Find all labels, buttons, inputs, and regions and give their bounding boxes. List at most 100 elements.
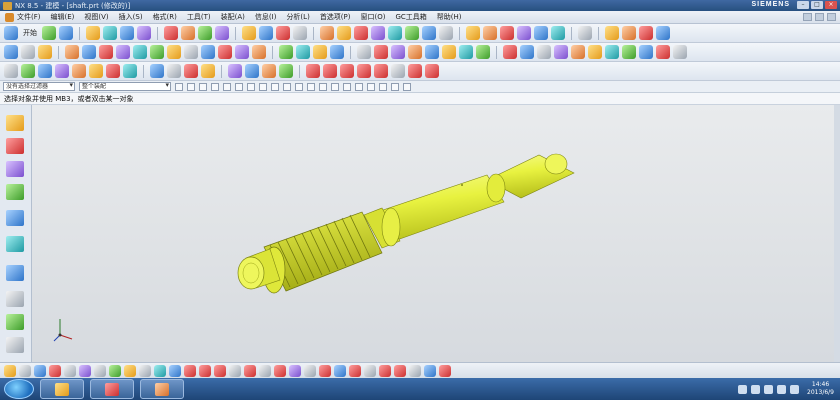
shaded-icon[interactable] bbox=[374, 45, 388, 59]
process-studio-icon[interactable] bbox=[6, 291, 24, 307]
wcs-icon[interactable] bbox=[94, 364, 106, 377]
tray-network-icon[interactable] bbox=[751, 384, 761, 394]
box-icon[interactable] bbox=[466, 26, 480, 40]
front-view-icon[interactable] bbox=[554, 45, 568, 59]
start-button-label[interactable]: 开始 bbox=[23, 28, 37, 38]
sew-icon[interactable] bbox=[218, 45, 232, 59]
spline-icon[interactable] bbox=[215, 26, 229, 40]
arc-bottom-icon[interactable] bbox=[199, 364, 211, 377]
gc-shaft-icon[interactable] bbox=[639, 26, 653, 40]
new-icon[interactable] bbox=[4, 45, 18, 59]
viewport-scrollbar[interactable] bbox=[834, 105, 840, 362]
revolve-icon[interactable] bbox=[120, 26, 134, 40]
rectangle-icon[interactable] bbox=[184, 364, 196, 377]
offset-surface-icon[interactable] bbox=[123, 64, 137, 78]
taskbar-clock[interactable]: 14:46 2013/6/9 bbox=[807, 381, 834, 397]
doc-minimize-button[interactable] bbox=[803, 13, 812, 21]
trim-corner-icon[interactable] bbox=[323, 64, 337, 78]
top-view-icon[interactable] bbox=[537, 45, 551, 59]
constraint-navigator-icon[interactable] bbox=[6, 138, 24, 154]
curve-select-icon[interactable] bbox=[271, 82, 279, 91]
datum-axis-icon[interactable] bbox=[259, 26, 273, 40]
windows-start-icon[interactable] bbox=[4, 379, 34, 399]
midpoint-snap-icon[interactable] bbox=[307, 82, 315, 91]
edit-object-display-icon[interactable] bbox=[673, 45, 687, 59]
groove-icon[interactable] bbox=[439, 26, 453, 40]
wireframe-icon[interactable] bbox=[391, 45, 405, 59]
layer-settings-icon[interactable] bbox=[639, 45, 653, 59]
replace-face-icon[interactable] bbox=[252, 45, 266, 59]
chamfer-icon[interactable] bbox=[82, 45, 96, 59]
boss-icon[interactable] bbox=[388, 26, 402, 40]
right-view-icon[interactable] bbox=[571, 45, 585, 59]
intersection-snap-icon[interactable] bbox=[331, 82, 339, 91]
fillet-curve-icon[interactable] bbox=[357, 64, 371, 78]
gc-bearing-icon[interactable] bbox=[656, 26, 670, 40]
conic-icon[interactable] bbox=[319, 364, 331, 377]
bounded-plane-icon[interactable] bbox=[89, 64, 103, 78]
bounded-grid-snap-icon[interactable] bbox=[403, 82, 411, 91]
draft-icon[interactable] bbox=[99, 45, 113, 59]
menu-gc-toolkit[interactable]: GC工具箱 bbox=[395, 12, 426, 22]
through-mesh-icon[interactable] bbox=[21, 64, 35, 78]
make-corner-icon[interactable] bbox=[409, 364, 421, 377]
back-view-icon[interactable] bbox=[622, 45, 636, 59]
dimension-icon[interactable] bbox=[424, 364, 436, 377]
circle-bottom-icon[interactable] bbox=[214, 364, 226, 377]
n-sided-icon[interactable] bbox=[72, 64, 86, 78]
menu-information[interactable]: 信息(I) bbox=[255, 12, 277, 22]
fit-spline-icon[interactable] bbox=[289, 364, 301, 377]
menu-view[interactable]: 视图(V) bbox=[84, 12, 108, 22]
bottom-view-icon[interactable] bbox=[588, 45, 602, 59]
reuse-library-icon[interactable] bbox=[6, 184, 24, 200]
pocket-icon[interactable] bbox=[405, 26, 419, 40]
graphics-window[interactable] bbox=[32, 105, 840, 362]
taskbar-explorer-button[interactable] bbox=[40, 379, 84, 399]
point-on-curve-snap-icon[interactable] bbox=[379, 82, 387, 91]
gear-shaft-model[interactable] bbox=[32, 105, 840, 362]
shell-icon[interactable] bbox=[116, 45, 130, 59]
subtract-icon[interactable] bbox=[500, 26, 514, 40]
tray-language-icon[interactable] bbox=[738, 384, 748, 394]
menu-edit[interactable]: 编辑(E) bbox=[51, 12, 75, 22]
swept-icon[interactable] bbox=[38, 64, 52, 78]
move-object-icon[interactable] bbox=[109, 364, 121, 377]
snap-mid-icon[interactable] bbox=[167, 64, 181, 78]
point-icon[interactable] bbox=[276, 26, 290, 40]
block-icon[interactable] bbox=[320, 26, 334, 40]
menu-insert[interactable]: 插入(S) bbox=[119, 12, 143, 22]
history-icon[interactable] bbox=[6, 236, 24, 252]
fillet-bottom-icon[interactable] bbox=[229, 364, 241, 377]
feature-select-icon[interactable] bbox=[211, 82, 219, 91]
trimetric-view-icon[interactable] bbox=[503, 45, 517, 59]
offset-bottom-icon[interactable] bbox=[334, 364, 346, 377]
snap-quadrant-icon[interactable] bbox=[201, 64, 215, 78]
menu-assemblies[interactable]: 装配(A) bbox=[221, 12, 245, 22]
render-style-icon[interactable] bbox=[49, 364, 61, 377]
menu-file[interactable]: 文件(F) bbox=[17, 12, 41, 22]
doc-restore-button[interactable] bbox=[815, 13, 824, 21]
visualization-icon[interactable] bbox=[79, 364, 91, 377]
polygon-icon[interactable] bbox=[259, 364, 271, 377]
chamfer-curve-icon[interactable] bbox=[374, 64, 388, 78]
menu-format[interactable]: 格式(R) bbox=[153, 12, 177, 22]
mirror-icon[interactable] bbox=[167, 45, 181, 59]
extrude-icon[interactable] bbox=[103, 26, 117, 40]
system-materials-icon[interactable] bbox=[6, 265, 24, 281]
edge-select-icon[interactable] bbox=[259, 82, 267, 91]
snap-view-icon[interactable] bbox=[19, 364, 31, 377]
tray-volume-icon[interactable] bbox=[764, 384, 774, 394]
face-select-icon[interactable] bbox=[247, 82, 255, 91]
through-curves-icon[interactable] bbox=[4, 64, 18, 78]
split-body-icon[interactable] bbox=[551, 26, 565, 40]
quick-extend-icon[interactable] bbox=[394, 364, 406, 377]
sketch-icon[interactable] bbox=[86, 26, 100, 40]
layer-icon[interactable] bbox=[139, 364, 151, 377]
menu-preferences[interactable]: 首选项(P) bbox=[320, 12, 351, 22]
blank-icon[interactable] bbox=[124, 364, 136, 377]
patch-icon[interactable] bbox=[235, 45, 249, 59]
gc-spring-icon[interactable] bbox=[622, 26, 636, 40]
quick-trim-icon[interactable] bbox=[379, 364, 391, 377]
existing-point-snap-icon[interactable] bbox=[367, 82, 375, 91]
offset-face-icon[interactable] bbox=[184, 45, 198, 59]
